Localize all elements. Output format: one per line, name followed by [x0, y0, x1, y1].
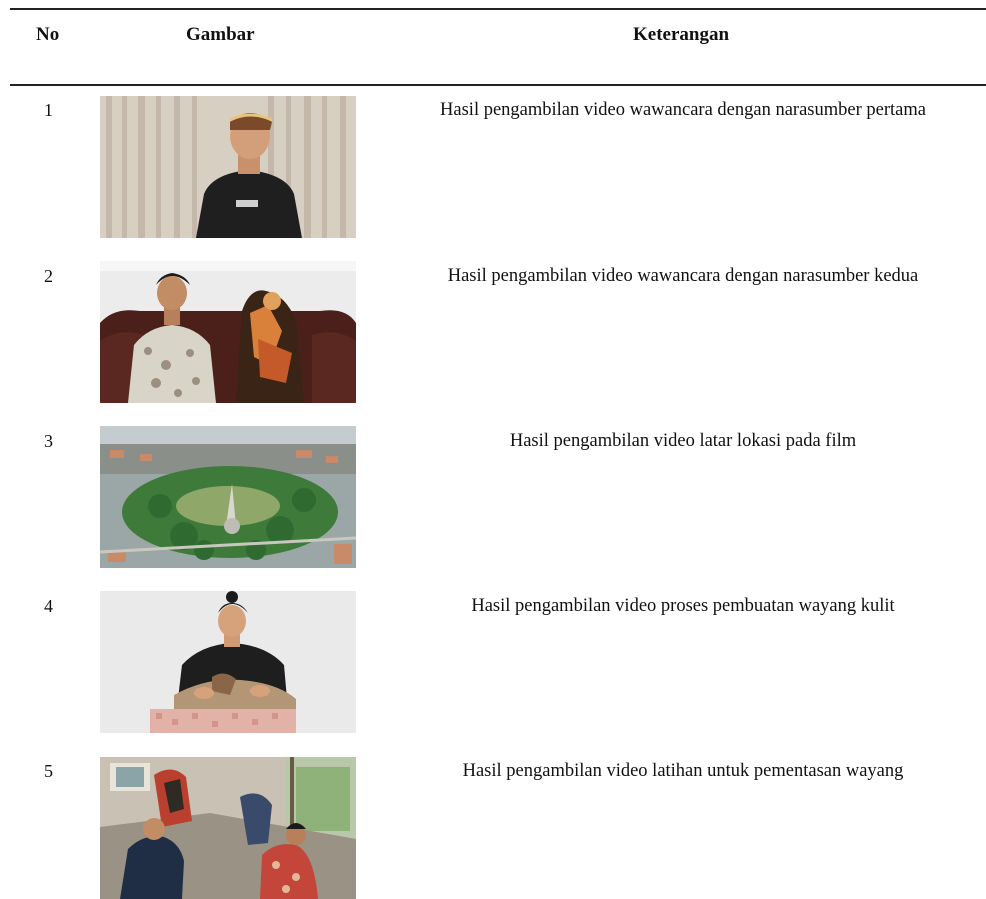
row-description: Hasil pengambilan video wawancara dengan…	[447, 266, 919, 286]
row-number: 3	[44, 431, 53, 451]
interview-first-source-photo	[100, 96, 356, 238]
row-description: Hasil pengambilan video latar lokasi pad…	[509, 431, 857, 451]
header-no: No	[36, 24, 60, 45]
header-keterangan: Keterangan	[633, 24, 730, 45]
row-number: 1	[44, 100, 53, 120]
aerial-location-photo	[100, 426, 356, 568]
wayang-making-photo	[100, 591, 356, 733]
interview-second-source-photo	[100, 261, 356, 403]
table-header-rule	[10, 84, 986, 86]
row-number: 2	[44, 266, 53, 286]
row-number: 5	[44, 761, 53, 781]
row-number: 4	[44, 596, 53, 616]
table-top-rule	[10, 8, 986, 10]
header-gambar: Gambar	[186, 24, 255, 45]
row-description: Hasil pengambilan video latihan untuk pe…	[462, 761, 904, 781]
wayang-rehearsal-photo	[100, 757, 356, 899]
row-description: Hasil pengambilan video wawancara dengan…	[440, 100, 926, 120]
row-description: Hasil pengambilan video proses pembuatan…	[471, 596, 895, 616]
